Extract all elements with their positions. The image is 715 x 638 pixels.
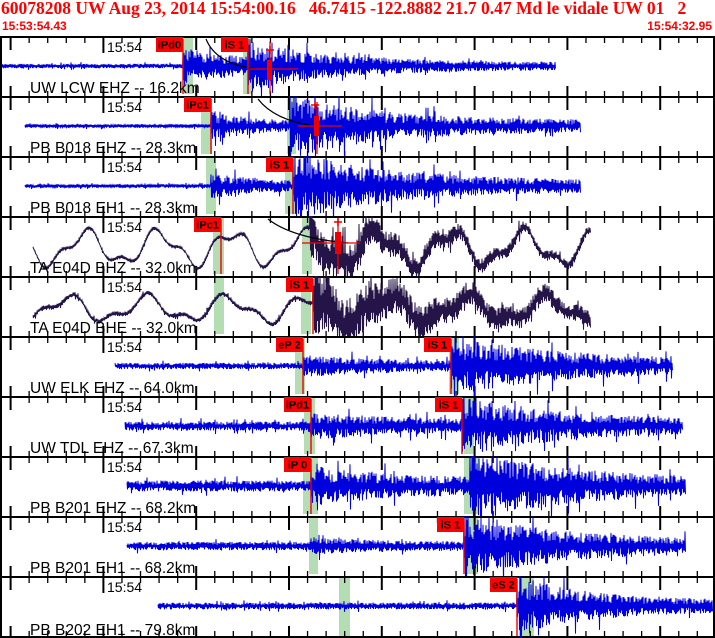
waveform-uw-elk-ehz [114, 336, 673, 396]
panel-left-border [0, 156, 2, 216]
minute-label: 15:54 [107, 159, 142, 175]
trace-plot-pb-b018-eh1: iS 1 15:54 PB B018 EH1 -- 28.3km [0, 156, 715, 216]
trace-panel-pb-b202-eh1[interactable]: eS 2 15:54 PB B202 EH1 -- 79.8km [0, 576, 715, 638]
seismogram-picker-window: 60078208 UW Aug 23, 2014 15:54:00.16 46.… [0, 0, 715, 638]
panel-top-border [0, 96, 715, 98]
trace-panel-pb-b201-ehz[interactable]: iP 0 15:54 PB B201 EHZ -- 68.2km [0, 456, 715, 516]
trace-area[interactable]: iPd0 iS 1 15:54 UW LCW EHZ -- 16.2km iPc1 15:… [0, 36, 715, 638]
station-label: TA E04D BHZ -- 32.0km [30, 260, 196, 276]
station-label: PB B018 EH1 -- 28.3km [30, 200, 195, 216]
event-header: 60078208 UW Aug 23, 2014 15:54:00.16 46.… [0, 0, 715, 36]
minute-label: 15:54 [107, 519, 142, 535]
minute-label: 15:54 [107, 39, 142, 55]
pick-flag-label: iS 1 [225, 40, 245, 52]
pick-flag-label: iS 1 [270, 160, 290, 172]
minute-label: 15:54 [107, 339, 142, 355]
trace-plot-ta-e04d-bhz: iPc1 15:54 TA E04D BHZ -- 32.0km [0, 216, 715, 276]
trace-plot-uw-tdl-ehz: iPd1 iS 1 15:54 UW TDL EHZ -- 67.3km [0, 396, 715, 456]
trace-plot-pb-b018-ehz: iPc1 15:54 PB B018 EHZ -- 28.3km [0, 96, 715, 156]
trace-panel-pb-b018-eh1[interactable]: iS 1 15:54 PB B018 EH1 -- 28.3km [0, 156, 715, 216]
trace-plot-uw-elk-ehz: eP 2 iS 1 15:54 UW ELK EHZ -- 64.0km [0, 336, 715, 396]
waveform-pb-b201-eh1 [126, 516, 686, 576]
station-label: TA E04D BHE -- 32.0km [30, 320, 197, 336]
panel-top-border [0, 36, 715, 38]
trace-panel-ta-e04d-bhe[interactable]: iS 1 15:54 TA E04D BHE -- 32.0km [0, 276, 715, 336]
waveform-pb-b202-eh1 [157, 576, 713, 638]
panel-left-border [0, 576, 2, 638]
station-label: PB B018 EHZ -- 28.3km [30, 140, 196, 156]
trace-panel-uw-tdl-ehz[interactable]: iPd1 iS 1 15:54 UW TDL EHZ -- 67.3km [0, 396, 715, 456]
minute-label: 15:54 [107, 399, 142, 415]
window-end-time: 15:54:32.95 [647, 19, 712, 33]
minute-label: 15:54 [107, 579, 142, 595]
trace-plot-pb-b201-ehz: iP 0 15:54 PB B201 EHZ -- 68.2km [0, 456, 715, 516]
trace-plot-pb-b201-eh1: iS 1 15:54 PB B201 EH1 -- 68.2km [0, 516, 715, 576]
minute-label: 15:54 [107, 459, 142, 475]
minute-label: 15:54 [107, 219, 142, 235]
panel-left-border [0, 276, 2, 336]
station-label: UW TDL EHZ -- 67.3km [30, 440, 194, 456]
pick-flag-label: iS 1 [428, 340, 448, 352]
panel-top-border [0, 516, 715, 518]
panel-left-border [0, 336, 2, 396]
station-label: UW ELK EHZ -- 64.0km [30, 380, 195, 396]
panel-left-border [0, 456, 2, 516]
minute-label: 15:54 [107, 279, 142, 295]
panel-top-border [0, 156, 715, 158]
pick-flag-label: iP 0 [288, 460, 307, 472]
trace-plot-pb-b202-eh1: eS 2 15:54 PB B202 EH1 -- 79.8km [0, 576, 715, 638]
panel-top-border [0, 276, 715, 278]
pick-flag-label: iS 1 [441, 520, 461, 532]
panel-left-border [0, 96, 2, 156]
trace-panel-pb-b018-ehz[interactable]: iPc1 15:54 PB B018 EHZ -- 28.3km [0, 96, 715, 156]
waveform-uw-tdl-ehz [124, 397, 683, 452]
waveform-pb-b201-ehz [126, 456, 686, 516]
trace-panel-pb-b201-eh1[interactable]: iS 1 15:54 PB B201 EH1 -- 68.2km [0, 516, 715, 576]
event-summary-text: 60078208 UW Aug 23, 2014 15:54:00.16 46.… [1, 0, 687, 18]
station-label: PB B201 EH1 -- 68.2km [30, 560, 195, 576]
pick-flag-label: iPd0 [158, 40, 181, 52]
window-start-time: 15:53:54.43 [2, 19, 67, 33]
minute-label: 15:54 [107, 99, 142, 115]
panel-top-border [0, 336, 715, 338]
trace-panel-ta-e04d-bhz[interactable]: iPc1 15:54 TA E04D BHZ -- 32.0km [0, 216, 715, 276]
station-label: PB B201 EHZ -- 68.2km [30, 500, 196, 516]
panel-left-border [0, 216, 2, 276]
pick-flag-label: eS 2 [492, 580, 515, 592]
pick-flag-label: iPd1 [286, 400, 309, 412]
pick-flag-label: iS 1 [439, 400, 459, 412]
pick-flag-label: eP 2 [278, 340, 300, 352]
trace-plot-ta-e04d-bhe: iS 1 15:54 TA E04D BHE -- 32.0km [0, 276, 715, 336]
station-label: UW LCW EHZ -- 16.2km [30, 80, 200, 96]
pick-flag-label: iPc1 [196, 220, 219, 232]
pick-flag-label: iS 1 [290, 280, 310, 292]
amplitude-bar [267, 60, 272, 80]
panel-top-border [0, 576, 715, 578]
phase-window-band [214, 278, 224, 334]
panel-left-border [0, 36, 2, 96]
trace-plot-uw-lcw-ehz: iPd0 iS 1 15:54 UW LCW EHZ -- 16.2km [0, 36, 715, 96]
panel-left-border [0, 516, 2, 576]
station-label: PB B202 EH1 -- 79.8km [30, 622, 195, 638]
trace-panel-uw-elk-ehz[interactable]: eP 2 iS 1 15:54 UW ELK EHZ -- 64.0km [0, 336, 715, 396]
panel-left-border [0, 396, 2, 456]
trace-panel-uw-lcw-ehz[interactable]: iPd0 iS 1 15:54 UW LCW EHZ -- 16.2km [0, 36, 715, 96]
pick-flag-label: iPc1 [186, 100, 209, 112]
panel-top-border [0, 396, 715, 398]
panel-top-border [0, 216, 715, 218]
panel-top-border [0, 456, 715, 458]
